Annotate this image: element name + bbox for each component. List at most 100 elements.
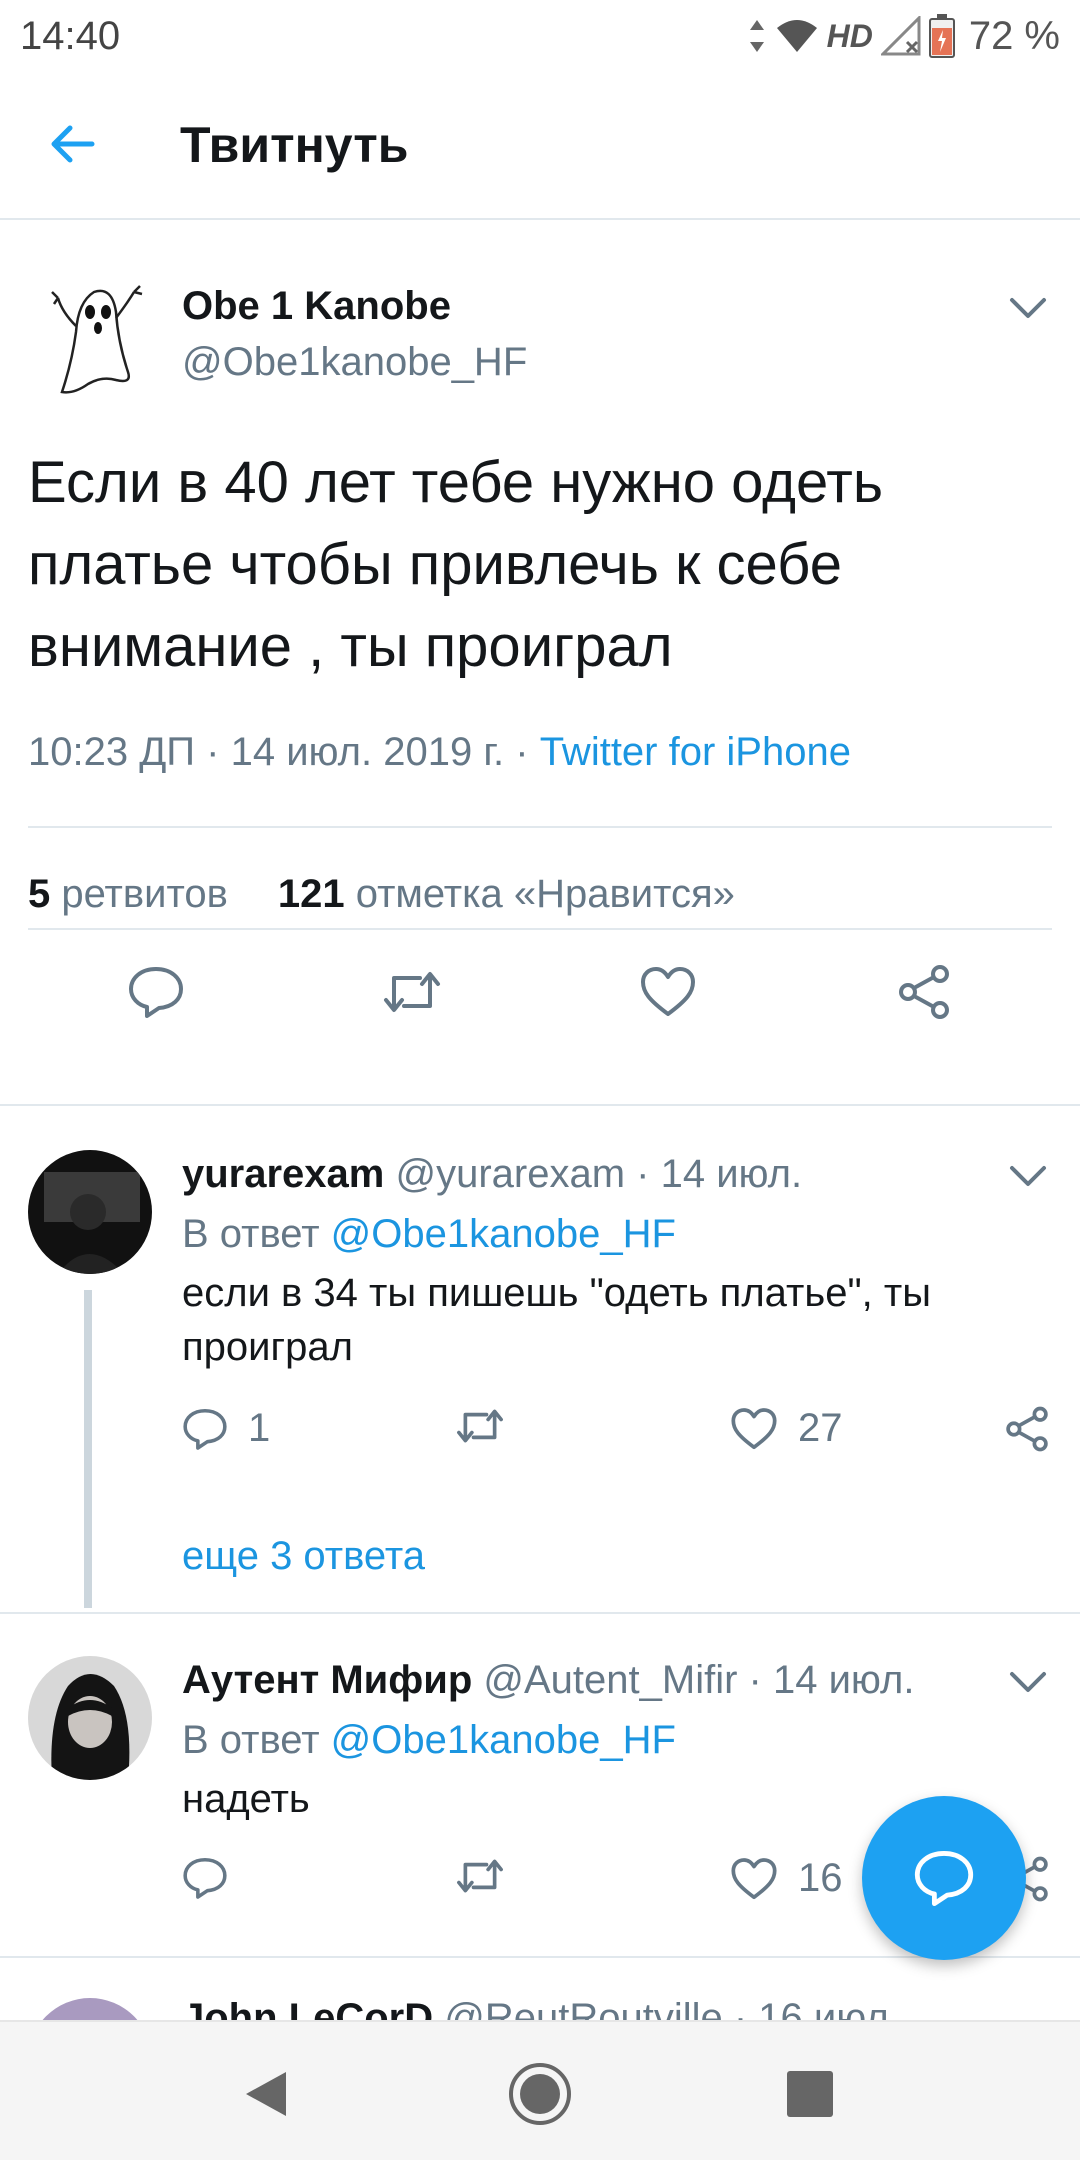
heart-icon xyxy=(641,967,695,1016)
share-button[interactable] xyxy=(884,952,964,1032)
reply-author-handle[interactable]: @Autent_Mifir xyxy=(483,1658,737,1702)
battery-icon xyxy=(928,14,955,58)
author-avatar[interactable] xyxy=(32,272,156,396)
tweet-meta: 10:23 ДП · 14 июл. 2019 г. · Twitter for… xyxy=(28,730,851,775)
reply-like-button[interactable]: 16 xyxy=(730,1856,843,1901)
like-count: 27 xyxy=(798,1406,843,1450)
wifi-icon xyxy=(776,20,817,52)
page-title: Твитнуть xyxy=(180,117,409,173)
reply-like-button[interactable]: 27 xyxy=(730,1406,843,1451)
reply-count: 1 xyxy=(248,1406,271,1450)
reply-header: yurarexam @yurarexam · 14 июл. xyxy=(182,1152,803,1196)
reply-author-name[interactable]: yurarexam xyxy=(182,1152,384,1196)
reply-prefix: В ответ xyxy=(182,1212,320,1256)
author-handle[interactable]: @Obe1kanobe_HF xyxy=(182,340,527,385)
retweet-icon xyxy=(457,1409,503,1443)
nav-back-button[interactable] xyxy=(234,2062,298,2126)
compose-reply-button[interactable] xyxy=(862,1796,1026,1960)
home-circle-icon xyxy=(509,2063,571,2125)
heart-icon xyxy=(731,1857,777,1899)
thread-dots xyxy=(84,1530,92,1596)
reply-author-handle[interactable]: @ReutRoutville xyxy=(444,1996,723,2020)
recents-square-icon xyxy=(787,2071,833,2117)
reply-share-button[interactable] xyxy=(1004,1406,1050,1452)
back-triangle-icon xyxy=(246,2072,286,2116)
reply-menu-button[interactable] xyxy=(1004,1152,1052,1200)
retweet-icon xyxy=(457,1859,503,1893)
section-divider xyxy=(0,1612,1080,1614)
tweet-timestamp: 10:23 ДП · 14 июл. 2019 г. · xyxy=(28,730,540,774)
reply-context: В ответ @Obe1kanobe_HF xyxy=(182,1718,676,1763)
battery-percent: 72 % xyxy=(968,13,1060,58)
tweet-text: Если в 40 лет тебе нужно одеть платье чт… xyxy=(28,450,884,679)
status-bar: 14:40 HD 72 % xyxy=(0,0,1080,72)
reply-retweet-button[interactable] xyxy=(454,1856,506,1896)
reply-icon xyxy=(914,1851,974,1907)
reply-author-name[interactable]: Аутент Мифир xyxy=(182,1658,472,1702)
reply-prefix: В ответ xyxy=(182,1718,320,1762)
reply-button[interactable] xyxy=(116,952,196,1032)
divider xyxy=(28,928,1052,930)
tweet-source-link[interactable]: Twitter for iPhone xyxy=(540,730,851,774)
partial-reply-item[interactable]: John LeCorD @ReutRoutville · 16 июл. xyxy=(0,1980,1080,2020)
likes-stat[interactable]: 121 отметка «Нравится» xyxy=(278,872,735,916)
reply-date: 14 июл. xyxy=(660,1152,803,1196)
retweets-stat[interactable]: 5 ретвитов xyxy=(28,872,228,916)
divider xyxy=(28,826,1052,828)
chevron-down-icon xyxy=(1010,298,1046,318)
ghost-drawing-icon xyxy=(51,285,143,394)
retweets-count: 5 xyxy=(28,872,51,916)
reply-author-handle[interactable]: @yurarexam xyxy=(396,1152,626,1196)
reply-author-name[interactable]: John LeCorD xyxy=(182,1996,433,2020)
share-icon xyxy=(899,965,949,1019)
tweet-menu-button[interactable] xyxy=(1004,284,1052,332)
section-divider xyxy=(0,1104,1080,1106)
share-icon xyxy=(1006,1406,1048,1452)
more-replies-link[interactable]: еще 3 ответа xyxy=(182,1534,425,1579)
reply-reply-button[interactable]: 1 xyxy=(182,1406,270,1451)
nav-recents-button[interactable] xyxy=(778,2062,842,2126)
reply-icon xyxy=(183,1408,227,1450)
avatar[interactable] xyxy=(28,1656,152,1780)
network-type: HD xyxy=(826,17,873,54)
retweet-button[interactable] xyxy=(372,952,452,1032)
reply-reply-button[interactable] xyxy=(182,1856,228,1900)
arrow-left-icon xyxy=(51,125,95,163)
reply-mention[interactable]: @Obe1kanobe_HF xyxy=(331,1718,676,1762)
nav-home-button[interactable] xyxy=(508,2062,572,2126)
section-divider xyxy=(0,1956,1080,1958)
system-nav-bar xyxy=(0,2020,1080,2160)
data-arrows-icon xyxy=(749,20,764,52)
reply-date: 14 июл. xyxy=(772,1658,915,1702)
avatar[interactable] xyxy=(28,1150,152,1274)
reply-date: 16 июл. xyxy=(758,1996,900,2020)
chevron-down-icon xyxy=(1010,1166,1046,1186)
reply-header: John LeCorD @ReutRoutville · 16 июл. xyxy=(182,1996,900,2020)
avatar[interactable] xyxy=(28,1998,152,2020)
reply-mention[interactable]: @Obe1kanobe_HF xyxy=(331,1212,676,1256)
app-header: Твитнуть xyxy=(0,72,1080,220)
retweets-label: ретвитов xyxy=(61,872,228,916)
signal-icon xyxy=(880,16,921,56)
status-icons: HD 72 % xyxy=(747,12,1060,60)
reply-icon xyxy=(129,967,183,1018)
heart-icon xyxy=(731,1407,777,1449)
retweet-icon xyxy=(384,972,440,1012)
tweet-stats: 5 ретвитов 121 отметка «Нравится» xyxy=(28,872,735,917)
reply-menu-button[interactable] xyxy=(1004,1658,1052,1706)
reply-retweet-button[interactable] xyxy=(454,1406,506,1446)
like-button[interactable] xyxy=(628,952,708,1032)
chevron-down-icon xyxy=(1010,1672,1046,1692)
likes-count: 121 xyxy=(277,872,345,916)
back-button[interactable] xyxy=(40,112,104,176)
tweet-actions xyxy=(0,952,1080,1052)
status-time: 14:40 xyxy=(20,14,121,58)
user-photo-icon xyxy=(28,1150,152,1274)
reply-context: В ответ @Obe1kanobe_HF xyxy=(182,1212,676,1257)
likes-label: отметка «Нравится» xyxy=(355,872,735,916)
reply-text: если в 34 ты пишешь "одеть платье", ты п… xyxy=(182,1271,931,1369)
reply-header: Аутент Мифир @Autent_Mifir · 14 июл. xyxy=(182,1658,915,1702)
author-name[interactable]: Obe 1 Kanobe xyxy=(182,284,451,329)
user-photo-icon xyxy=(28,1656,152,1780)
reply-icon xyxy=(183,1857,227,1899)
